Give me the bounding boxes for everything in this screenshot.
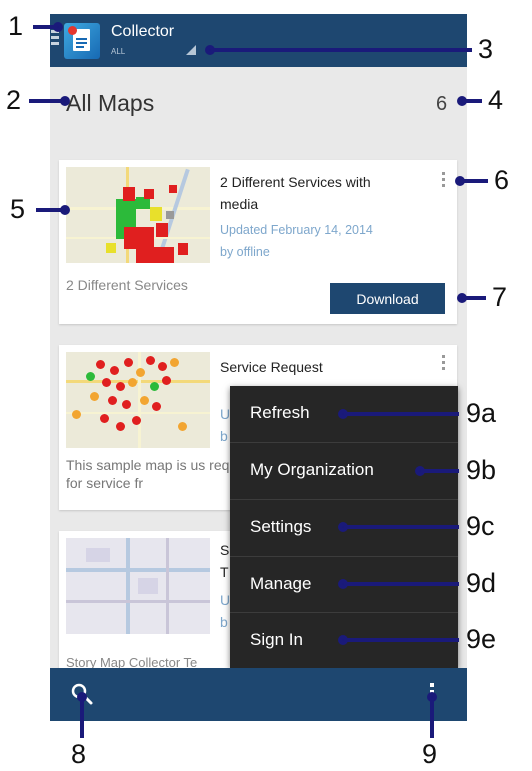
- callout-label-9e: 9e: [466, 624, 497, 654]
- callout-label-1: 1: [8, 11, 24, 41]
- callout-label-9c: 9c: [466, 511, 495, 541]
- callout-lines: [29, 22, 488, 738]
- callout-dot-3: [205, 45, 215, 55]
- callout-label-9: 9: [422, 739, 438, 769]
- callout-dot-9a: [338, 409, 348, 419]
- callout-dot-7: [457, 293, 467, 303]
- callout-dot-9d: [338, 579, 348, 589]
- callout-dot-9c: [338, 522, 348, 532]
- callout-label-9b: 9b: [466, 455, 497, 485]
- callout-label-7: 7: [492, 282, 508, 312]
- callout-label-6: 6: [494, 165, 510, 195]
- callout-dot-4: [457, 96, 467, 106]
- callout-dot-9b: [415, 466, 425, 476]
- callout-dot-9: [427, 692, 437, 702]
- callout-label-3: 3: [478, 34, 494, 64]
- callout-dot-5: [60, 205, 70, 215]
- callout-label-8: 8: [71, 739, 87, 769]
- callout-label-5: 5: [10, 194, 26, 224]
- callout-label-9d: 9d: [466, 568, 497, 598]
- callout-dot-2: [60, 96, 70, 106]
- callout-dot-8: [77, 692, 87, 702]
- callout-dot-9e: [338, 635, 348, 645]
- callout-dot-6: [455, 176, 465, 186]
- callout-label-4: 4: [488, 85, 504, 115]
- callout-label-2: 2: [6, 85, 22, 115]
- callout-label-9a: 9a: [466, 398, 497, 428]
- callout-dot-1: [53, 22, 63, 32]
